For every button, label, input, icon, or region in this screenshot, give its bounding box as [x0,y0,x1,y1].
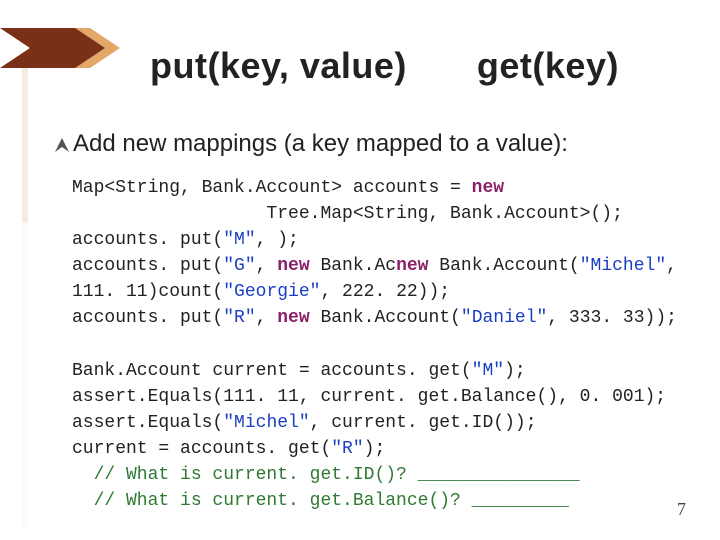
code-line: current = accounts. get( [72,439,331,459]
code-line: Bank.Account current = accounts. get( [72,361,472,381]
code-line: accounts. put( [72,308,223,328]
code-string: "M" [223,230,255,250]
code-keyword: new [277,308,309,328]
code-line: Map<String, Bank.Account> accounts = [72,178,472,198]
code-string: "Georgie" [223,282,320,302]
code-string: "Daniel" [461,308,547,328]
slide: put(key, value) get(key) Add new mapping… [0,0,720,540]
compass-arrow-icon [55,131,69,145]
code-line: Bank.Account( [310,308,461,328]
code-line: 111. 11)count( [72,282,223,302]
code-keyword: new [472,178,504,198]
title-row: put(key, value) get(key) [150,45,680,87]
code-line: Tree.Map<String, Bank.Account>(); [72,204,623,224]
code-string: "R" [331,439,363,459]
code-line: accounts. put( [72,230,223,250]
code-line: assert.Equals( [72,413,223,433]
code-line: , current. get.ID()); [310,413,537,433]
code-line: ); [364,439,386,459]
code-line: , [256,308,278,328]
title-left: put(key, value) [150,45,407,87]
code-string: "G" [223,256,255,276]
code-string: "R" [223,308,255,328]
code-line: assert.Equals(111. 11, current. get.Bala… [72,387,666,407]
code-string: "Michel" [580,256,666,276]
code-line: , 222. 22)); [320,282,450,302]
code-keyword: new [396,256,428,276]
code-comment: // What is current. get.Balance()? _____… [72,491,569,511]
code-line: , [666,256,677,276]
title-right: get(key) [477,45,619,87]
code-line: Bank.Account( [428,256,579,276]
code-string: "Michel" [223,413,309,433]
code-string: "M" [472,361,504,381]
code-line: , ); [256,230,299,250]
code-block: Map<String, Bank.Account> accounts = new… [72,175,680,514]
code-line: Bank.Ac [310,256,396,276]
code-keyword: new [277,256,309,276]
code-line: , [256,256,278,276]
code-comment: // What is current. get.ID()? __________… [72,465,580,485]
subtitle-text: Add new mappings (a key mapped to a valu… [73,130,568,157]
code-line: ); [504,361,526,381]
subtitle: Add new mappings (a key mapped to a valu… [55,130,680,158]
corner-accent-icon [0,18,120,78]
code-line: , 333. 33)); [547,308,677,328]
code-line: accounts. put( [72,256,223,276]
page-number: 7 [677,499,686,520]
left-accent-bar [22,58,28,528]
